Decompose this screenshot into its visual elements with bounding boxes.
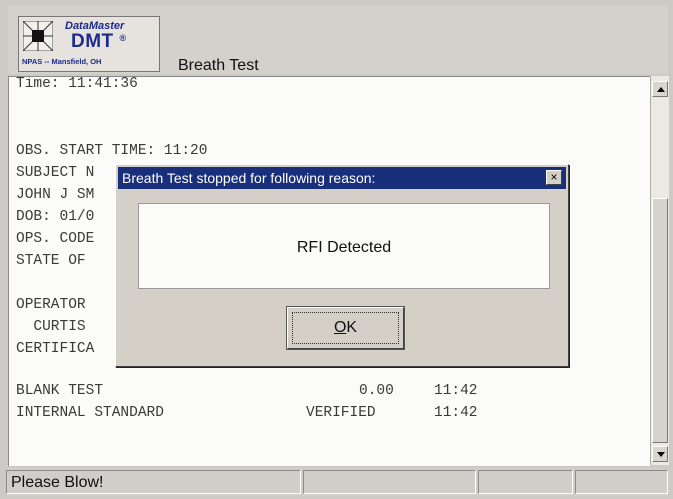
dialog-close-button[interactable]: × bbox=[546, 170, 562, 185]
result-time: 11:42 bbox=[434, 405, 478, 421]
scroll-down-icon bbox=[657, 452, 665, 457]
logo-location: NPAS -- Mansfield, OH bbox=[22, 57, 102, 66]
dialog-message: RFI Detected bbox=[296, 239, 392, 256]
status-cell bbox=[575, 470, 668, 494]
result-value: VERIFIED bbox=[306, 405, 376, 421]
logo-model: DMT ® bbox=[71, 31, 127, 53]
datamaster-logo-mark-icon bbox=[23, 21, 53, 51]
report-line: OPS. CODE bbox=[16, 231, 95, 247]
result-label: BLANK TEST bbox=[16, 383, 104, 399]
page-title: Breath Test bbox=[178, 57, 259, 74]
error-dialog: Breath Test stopped for following reason… bbox=[115, 164, 569, 367]
header: DataMaster DMT ® NPAS -- Mansfield, OH B… bbox=[8, 6, 668, 74]
scroll-up-icon bbox=[657, 87, 665, 92]
report-line: SUBJECT N bbox=[16, 165, 95, 181]
scroll-up-button[interactable] bbox=[652, 81, 668, 97]
logo-registered-mark: ® bbox=[119, 33, 127, 43]
status-cell bbox=[478, 470, 573, 494]
report-line: CERTIFICA bbox=[16, 341, 95, 357]
report-line: STATE OF bbox=[16, 253, 86, 269]
report-line: DOB: 01/0 bbox=[16, 209, 95, 225]
ok-button-mnemonic: O bbox=[333, 319, 347, 336]
vertical-scrollbar[interactable] bbox=[650, 76, 669, 465]
result-time: 11:42 bbox=[434, 383, 478, 399]
status-text: Please Blow! bbox=[11, 474, 104, 491]
ok-button-label: OK bbox=[288, 319, 403, 337]
ok-button[interactable]: OK bbox=[286, 306, 405, 350]
dialog-title: Breath Test stopped for following reason… bbox=[122, 170, 376, 186]
report-line: Time: 11:41:36 bbox=[16, 76, 138, 92]
status-cell-main: Please Blow! bbox=[6, 470, 301, 494]
close-icon: × bbox=[550, 170, 558, 184]
status-cell bbox=[303, 470, 476, 494]
status-bar: Please Blow! bbox=[6, 468, 668, 496]
scrollbar-thumb[interactable] bbox=[652, 198, 668, 443]
datamaster-logo: DataMaster DMT ® NPAS -- Mansfield, OH bbox=[18, 16, 160, 72]
ok-button-label-rest: K bbox=[346, 319, 358, 336]
report-line: OPERATOR bbox=[16, 297, 86, 313]
logo-model-text: DMT bbox=[71, 31, 114, 52]
report-line: OBS. START TIME: 11:20 bbox=[16, 143, 208, 159]
result-label: INTERNAL STANDARD bbox=[16, 405, 164, 421]
result-value: 0.00 bbox=[359, 383, 394, 399]
scroll-down-button[interactable] bbox=[652, 446, 668, 462]
dialog-titlebar[interactable]: Breath Test stopped for following reason… bbox=[118, 167, 566, 189]
app-window: DataMaster DMT ® NPAS -- Mansfield, OH B… bbox=[0, 0, 673, 499]
report-line: CURTIS bbox=[16, 319, 86, 335]
report-line: JOHN J SM bbox=[16, 187, 95, 203]
dialog-message-box: RFI Detected bbox=[138, 203, 550, 289]
